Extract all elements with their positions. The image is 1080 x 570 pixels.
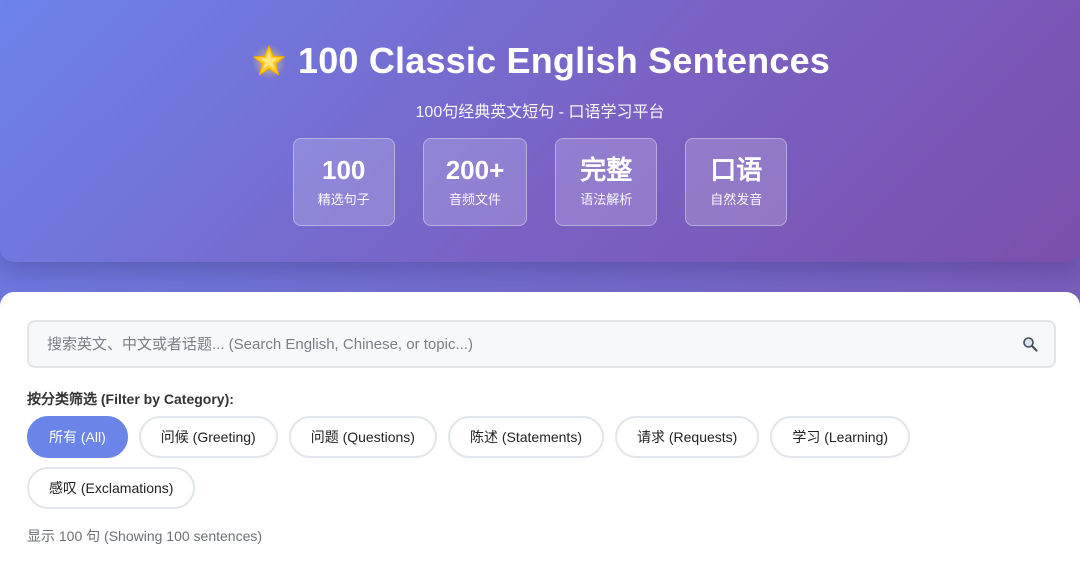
- filter-requests-button[interactable]: 请求 (Requests): [614, 416, 760, 458]
- filter-greeting-button[interactable]: 问候 (Greeting): [138, 416, 278, 458]
- stats-row: 100 精选句子 200+ 音频文件 完整 语法解析 口语 自然发音: [0, 138, 1080, 226]
- stat-card-sentences: 100 精选句子: [292, 138, 395, 226]
- search-icon[interactable]: [1012, 326, 1048, 362]
- stat-value: 完整: [580, 155, 633, 185]
- filter-exclamations-button[interactable]: 感叹 (Exclamations): [27, 467, 196, 509]
- page-title-text: 100 Classic English Sentences: [297, 40, 831, 81]
- page: 100 Classic English Sentences 100句经典英文短句…: [0, 0, 1080, 570]
- stat-label: 音频文件: [448, 192, 501, 207]
- stat-value: 200+: [445, 155, 505, 185]
- main-content: 按分类筛选 (Filter by Category): 所有 (All) 问候 …: [0, 292, 1080, 570]
- stat-card-grammar: 完整 语法解析: [555, 138, 658, 226]
- stat-label: 精选句子: [317, 192, 370, 207]
- hero-header: 100 Classic English Sentences 100句经典英文短句…: [0, 0, 1080, 262]
- stat-card-audio: 200+ 音频文件: [422, 138, 528, 226]
- stat-label: 自然发音: [710, 192, 763, 207]
- stat-value: 100: [322, 155, 366, 185]
- filter-learning-button[interactable]: 学习 (Learning): [770, 416, 911, 458]
- category-filters: 所有 (All) 问候 (Greeting) 问题 (Questions) 陈述…: [27, 416, 927, 509]
- filter-all-button[interactable]: 所有 (All): [27, 416, 128, 458]
- stat-label: 语法解析: [580, 192, 633, 207]
- filter-statements-button[interactable]: 陈述 (Statements): [447, 416, 604, 458]
- search-input[interactable]: [29, 322, 1012, 366]
- result-count: 显示 100 句 (Showing 100 sentences): [27, 528, 263, 544]
- filter-label: 按分类筛选 (Filter by Category):: [27, 391, 234, 407]
- star-icon: [251, 44, 287, 80]
- stat-value: 口语: [710, 155, 763, 185]
- page-title: 100 Classic English Sentences: [0, 40, 1080, 82]
- page-subtitle: 100句经典英文短句 - 口语学习平台: [415, 104, 665, 121]
- stat-card-speaking: 口语 自然发音: [685, 138, 788, 226]
- filter-questions-button[interactable]: 问题 (Questions): [288, 416, 437, 458]
- search-box: [27, 320, 1056, 368]
